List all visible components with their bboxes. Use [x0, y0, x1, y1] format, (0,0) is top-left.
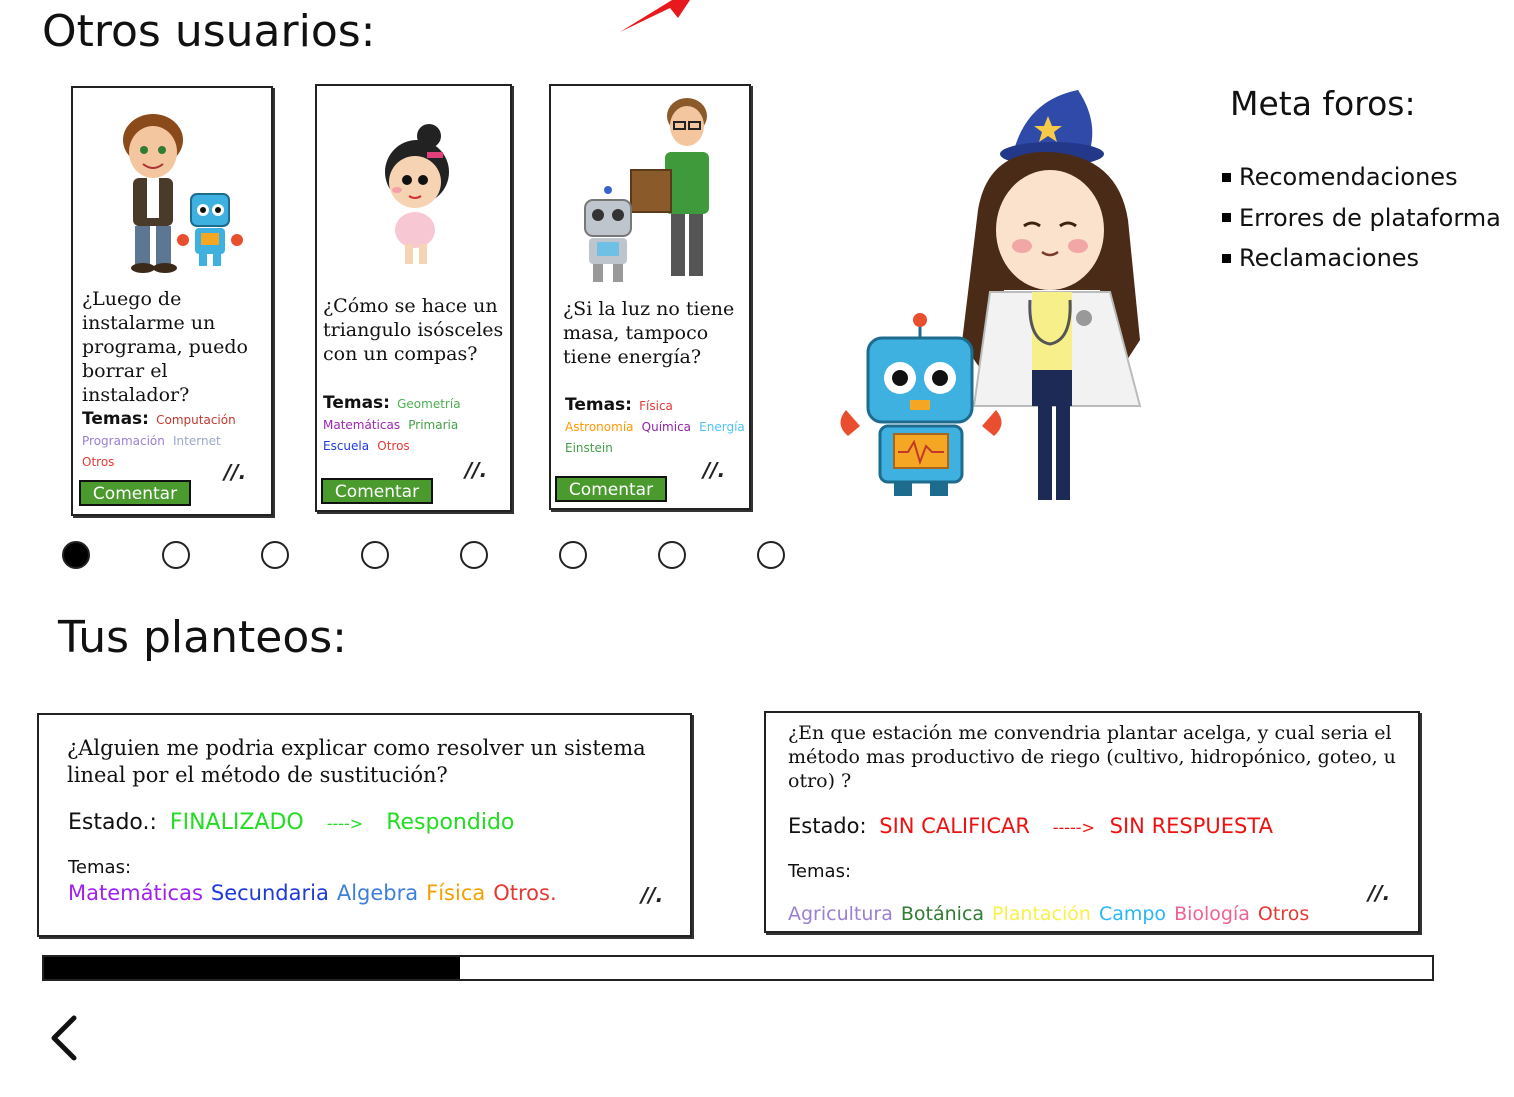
- carousel-dot[interactable]: [658, 541, 686, 569]
- carousel-dot[interactable]: [162, 541, 190, 569]
- user-question-card-3[interactable]: ¿Si la luz no tiene masa, tampoco tiene …: [549, 84, 751, 510]
- planteo-tags: Agricultura Botánica Plantación Campo Biolog…: [788, 903, 1317, 925]
- meta-foro-item[interactable]: Errores de plataforma: [1222, 198, 1501, 239]
- carousel-dot[interactable]: [361, 541, 389, 569]
- planteo-tags: Matemáticas Secundaria Algebra Física Otros.: [68, 881, 565, 905]
- meta-foro-item[interactable]: Reclamaciones: [1222, 238, 1501, 279]
- user-question-card-1[interactable]: ¿Luego de instalarme un programa, puedo …: [71, 86, 273, 516]
- tag[interactable]: Algebra: [337, 881, 418, 905]
- estado-value: FINALIZADO: [169, 810, 304, 835]
- tag[interactable]: Matemáticas: [323, 418, 400, 432]
- otros-usuarios-heading: Otros usuarios:: [42, 6, 376, 57]
- tag[interactable]: Botánica: [901, 903, 984, 925]
- comment-button[interactable]: Comentar: [321, 478, 433, 504]
- tag[interactable]: Biología: [1174, 903, 1250, 925]
- meta-foro-label[interactable]: Recomendaciones: [1239, 157, 1458, 198]
- tag[interactable]: Internet: [173, 434, 221, 448]
- progress-bar: [42, 955, 1434, 981]
- resize-handle-icon[interactable]: //.: [703, 458, 725, 482]
- tag[interactable]: Física: [639, 399, 673, 413]
- estado-label: Estado:: [788, 814, 867, 838]
- tag[interactable]: Otros: [377, 439, 409, 453]
- bullet-icon: [1222, 213, 1231, 223]
- tag[interactable]: Plantación: [992, 903, 1091, 925]
- resize-handle-icon[interactable]: //.: [224, 460, 246, 484]
- resize-handle-icon[interactable]: //.: [465, 458, 487, 482]
- temas-label: Temas:: [82, 409, 149, 429]
- temas-label: Temas:: [565, 395, 632, 415]
- result-value: SIN RESPUESTA: [1109, 814, 1273, 838]
- meta-foro-label[interactable]: Reclamaciones: [1239, 238, 1419, 279]
- progress-fill: [44, 957, 461, 979]
- bullet-icon: [1222, 253, 1231, 263]
- planteo-status: Estado: SIN CALIFICAR -----> SIN RESPUES…: [788, 814, 1273, 838]
- comment-button[interactable]: Comentar: [79, 480, 191, 506]
- bullet-icon: [1222, 172, 1231, 182]
- temas-label: Temas:: [788, 861, 852, 882]
- carousel-dot[interactable]: [757, 541, 785, 569]
- carousel-dot[interactable]: [261, 541, 289, 569]
- tus-planteos-heading: Tus planteos:: [58, 612, 347, 663]
- tag[interactable]: Otros: [1258, 903, 1309, 925]
- tag[interactable]: Primaria: [408, 418, 458, 432]
- tag[interactable]: Astronomía: [565, 420, 634, 434]
- tag[interactable]: Programación: [82, 434, 165, 448]
- card-topics: Temas: Física Astronomía Química Energía…: [565, 395, 749, 459]
- tag[interactable]: Campo: [1099, 903, 1166, 925]
- comment-button[interactable]: Comentar: [555, 476, 667, 502]
- meta-foros-list: Recomendaciones Errores de plataforma Re…: [1222, 157, 1501, 279]
- estado-label: Estado.:: [68, 810, 157, 835]
- tag[interactable]: Física: [426, 881, 485, 905]
- girl-avatar: [385, 124, 449, 264]
- tag[interactable]: Energía: [699, 420, 745, 434]
- arrow-text: ---->: [326, 814, 364, 833]
- planteo-card-1[interactable]: ¿Alguien me podria explicar como resolve…: [37, 713, 692, 937]
- meta-foros-heading: Meta foros:: [1230, 84, 1416, 123]
- carousel-dot[interactable]: [62, 541, 90, 569]
- result-value: Respondido: [386, 810, 515, 835]
- tag[interactable]: Secundaria: [211, 881, 329, 905]
- resize-handle-icon[interactable]: //.: [1368, 881, 1390, 905]
- tag[interactable]: Computación: [156, 413, 236, 427]
- card-question: ¿Luego de instalarme un programa, puedo …: [82, 288, 248, 406]
- estado-value: SIN CALIFICAR: [879, 814, 1030, 838]
- tag[interactable]: Einstein: [565, 441, 613, 455]
- card-question: ¿Si la luz no tiene masa, tampoco tiene …: [563, 298, 735, 368]
- planteo-question: ¿En que estación me convendria plantar a…: [788, 722, 1396, 792]
- planteo-status: Estado.: FINALIZADO ----> Respondido: [68, 810, 514, 835]
- teacher-with-robot-avatar: [584, 98, 709, 282]
- tag[interactable]: Matemáticas: [68, 881, 203, 905]
- tag[interactable]: Otros.: [493, 881, 556, 905]
- temas-label: Temas:: [323, 393, 390, 413]
- tag[interactable]: Química: [642, 420, 691, 434]
- planteo-card-2[interactable]: ¿En que estación me convendria plantar a…: [764, 711, 1420, 933]
- tag[interactable]: Agricultura: [788, 903, 893, 925]
- meta-foro-item[interactable]: Recomendaciones: [1222, 157, 1501, 198]
- carousel-dot[interactable]: [559, 541, 587, 569]
- tag[interactable]: Escuela: [323, 439, 369, 453]
- planteo-question: ¿Alguien me podria explicar como resolve…: [67, 736, 646, 787]
- carousel-dot[interactable]: [460, 541, 488, 569]
- user-question-card-2[interactable]: ¿Cómo se hace un triangulo isósceles con…: [315, 84, 512, 512]
- meta-foro-label[interactable]: Errores de plataforma: [1239, 198, 1501, 239]
- arrow-text: ----->: [1052, 818, 1095, 837]
- tag[interactable]: Geometría: [397, 397, 460, 411]
- red-arrow-mark: [620, 0, 690, 32]
- resize-handle-icon[interactable]: //.: [641, 883, 663, 907]
- card-question: ¿Cómo se hace un triangulo isósceles con…: [323, 295, 504, 365]
- tag[interactable]: Otros: [82, 455, 114, 469]
- card-topics: Temas: Geometría Matemáticas Primaria Es…: [323, 393, 509, 457]
- temas-label: Temas:: [68, 857, 132, 878]
- wizard-doctor-robot-illustration: [840, 90, 1142, 500]
- boy-with-robot-avatar: [123, 114, 243, 273]
- back-chevron-icon[interactable]: [46, 1012, 86, 1064]
